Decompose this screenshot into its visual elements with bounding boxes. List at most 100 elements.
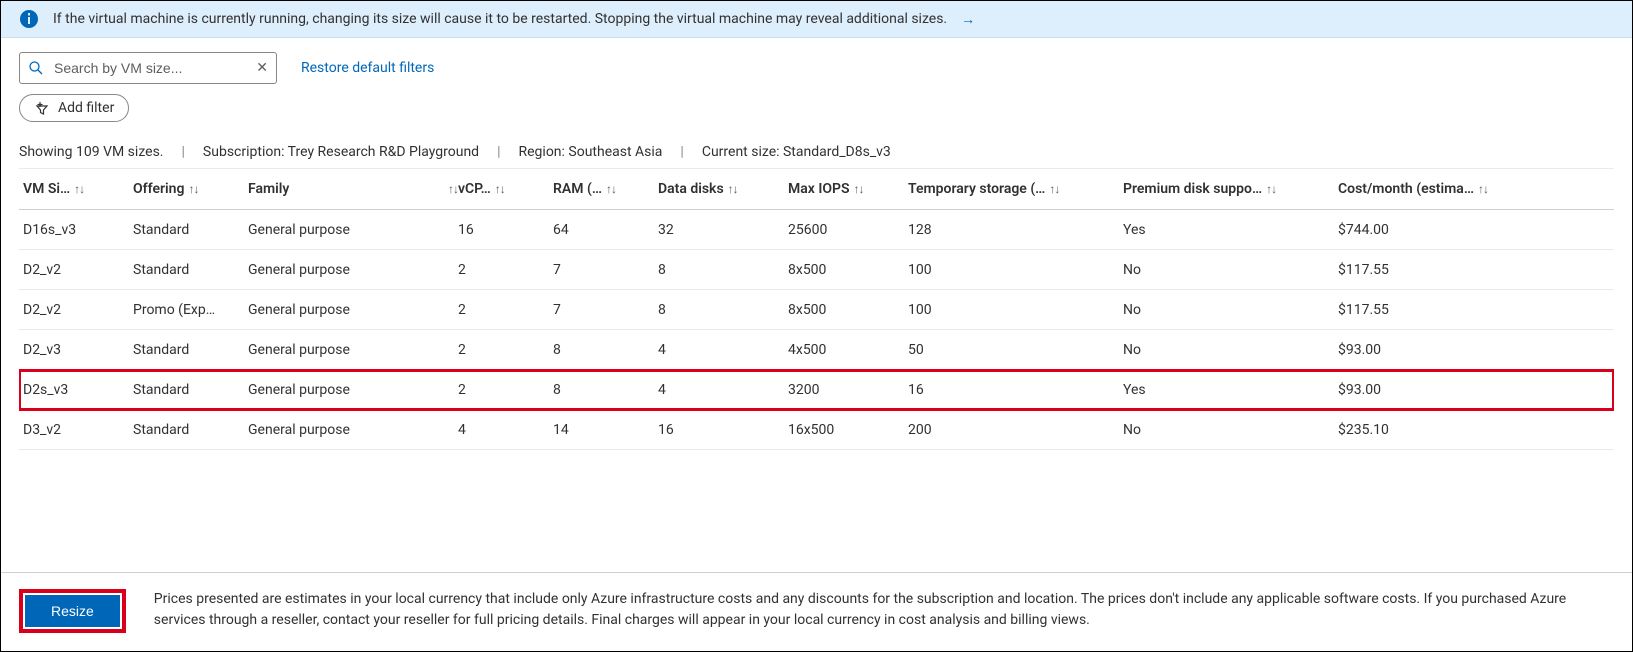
cell-premium-disk: Yes	[1123, 222, 1338, 238]
cell-offering: Standard	[133, 342, 248, 358]
cell-cost: $117.55	[1338, 262, 1538, 278]
separator: |	[182, 144, 185, 160]
cell-max-iops: 4x500	[788, 342, 908, 358]
col-cost[interactable]: Cost/month (estima…↑↓	[1338, 181, 1538, 197]
sort-icon: ↑↓	[854, 182, 864, 196]
cell-vcpus: 2	[458, 382, 553, 398]
separator: |	[680, 144, 683, 160]
toolbar: ✕ Restore default filters	[1, 38, 1632, 84]
resize-button-highlight: Resize	[19, 589, 126, 633]
cell-vm-size: D3_v2	[23, 422, 133, 438]
cell-offering: Promo (Exp…	[133, 302, 248, 318]
sort-icon: ↑↓	[728, 182, 738, 196]
search-input[interactable]	[52, 59, 248, 77]
cell-data-disks: 32	[658, 222, 788, 238]
banner-more-link[interactable]: →	[961, 11, 975, 28]
add-filter-button[interactable]: Add filter	[19, 94, 129, 122]
cell-ram: 14	[553, 422, 658, 438]
cell-temp-storage: 200	[908, 422, 1123, 438]
table-row[interactable]: D2_v2Promo (Exp…General purpose2788x5001…	[19, 290, 1614, 330]
cell-cost: $117.55	[1338, 302, 1538, 318]
cell-family: General purpose	[248, 222, 458, 238]
cell-vcpus: 2	[458, 302, 553, 318]
cell-data-disks: 4	[658, 342, 788, 358]
cell-offering: Standard	[133, 222, 248, 238]
status-region: Region: Southeast Asia	[519, 144, 663, 160]
cell-max-iops: 8x500	[788, 302, 908, 318]
cell-ram: 7	[553, 262, 658, 278]
cell-family: General purpose	[248, 342, 458, 358]
cell-temp-storage: 100	[908, 302, 1123, 318]
cell-cost: $744.00	[1338, 222, 1538, 238]
cell-family: General purpose	[248, 302, 458, 318]
filter-row: Add filter	[1, 84, 1632, 122]
cell-vm-size: D2_v2	[23, 262, 133, 278]
col-ram[interactable]: RAM (…↑↓	[553, 181, 658, 197]
col-max-iops[interactable]: Max IOPS↑↓	[788, 181, 908, 197]
clear-search-icon[interactable]: ✕	[256, 60, 268, 76]
cell-family: General purpose	[248, 382, 458, 398]
cell-vm-size: D2s_v3	[23, 382, 133, 398]
status-subscription: Subscription: Trey Research R&D Playgrou…	[203, 144, 479, 160]
table-row[interactable]: D16s_v3StandardGeneral purpose1664322560…	[19, 210, 1614, 250]
table-row[interactable]: D3_v2StandardGeneral purpose4141616x5002…	[19, 410, 1614, 450]
sort-icon: ↑↓	[495, 182, 505, 196]
restore-filters-link[interactable]: Restore default filters	[301, 60, 434, 76]
cell-max-iops: 16x500	[788, 422, 908, 438]
col-temp-storage[interactable]: Temporary storage (…↑↓	[908, 181, 1123, 197]
table-row[interactable]: D2_v2StandardGeneral purpose2788x500100N…	[19, 250, 1614, 290]
cell-family: General purpose	[248, 262, 458, 278]
table-header: VM Si…↑↓ Offering↑↓ Family↑↓ vCP…↑↓ RAM …	[19, 168, 1614, 210]
col-family[interactable]: Family↑↓	[248, 181, 458, 197]
cell-max-iops: 8x500	[788, 262, 908, 278]
sort-icon: ↑↓	[606, 182, 616, 196]
cell-data-disks: 8	[658, 302, 788, 318]
status-current-size: Current size: Standard_D8s_v3	[702, 144, 891, 160]
cell-vm-size: D16s_v3	[23, 222, 133, 238]
col-data-disks[interactable]: Data disks↑↓	[658, 181, 788, 197]
cell-data-disks: 8	[658, 262, 788, 278]
table-row[interactable]: D2_v3StandardGeneral purpose2844x50050No…	[19, 330, 1614, 370]
add-filter-label: Add filter	[58, 100, 114, 116]
cell-premium-disk: No	[1123, 262, 1338, 278]
separator: |	[497, 144, 500, 160]
cell-vcpus: 2	[458, 342, 553, 358]
col-premium-disk[interactable]: Premium disk suppo…↑↓	[1123, 181, 1338, 197]
cell-premium-disk: Yes	[1123, 382, 1338, 398]
search-icon	[28, 60, 44, 76]
footer: Resize Prices presented are estimates in…	[1, 572, 1632, 651]
cell-premium-disk: No	[1123, 342, 1338, 358]
cell-max-iops: 25600	[788, 222, 908, 238]
cell-temp-storage: 50	[908, 342, 1123, 358]
cell-vcpus: 4	[458, 422, 553, 438]
cell-premium-disk: No	[1123, 422, 1338, 438]
resize-button[interactable]: Resize	[25, 595, 120, 627]
status-bar: Showing 109 VM sizes. | Subscription: Tr…	[1, 122, 1632, 168]
footer-disclaimer: Prices presented are estimates in your l…	[154, 589, 1614, 631]
cell-premium-disk: No	[1123, 302, 1338, 318]
table-body[interactable]: D16s_v3StandardGeneral purpose1664322560…	[19, 210, 1614, 450]
status-count: Showing 109 VM sizes.	[19, 144, 164, 160]
col-offering[interactable]: Offering↑↓	[133, 181, 248, 197]
cell-temp-storage: 128	[908, 222, 1123, 238]
cell-temp-storage: 16	[908, 382, 1123, 398]
cell-ram: 8	[553, 342, 658, 358]
search-input-wrap[interactable]: ✕	[19, 52, 277, 84]
table-row[interactable]: D2s_v3StandardGeneral purpose284320016Ye…	[19, 370, 1614, 410]
sort-icon: ↑↓	[1049, 182, 1059, 196]
cell-offering: Standard	[133, 382, 248, 398]
cell-ram: 8	[553, 382, 658, 398]
add-filter-icon	[34, 100, 50, 116]
cell-offering: Standard	[133, 262, 248, 278]
sort-icon: ↑↓	[1266, 182, 1276, 196]
cell-cost: $93.00	[1338, 342, 1538, 358]
cell-vm-size: D2_v2	[23, 302, 133, 318]
cell-data-disks: 4	[658, 382, 788, 398]
info-icon	[19, 9, 39, 29]
col-vm-size[interactable]: VM Si…↑↓	[23, 181, 133, 197]
cell-cost: $235.10	[1338, 422, 1538, 438]
col-vcpus[interactable]: vCP…↑↓	[458, 181, 553, 197]
sort-icon: ↑↓	[188, 182, 198, 196]
banner-text: If the virtual machine is currently runn…	[53, 11, 947, 27]
cell-vcpus: 16	[458, 222, 553, 238]
